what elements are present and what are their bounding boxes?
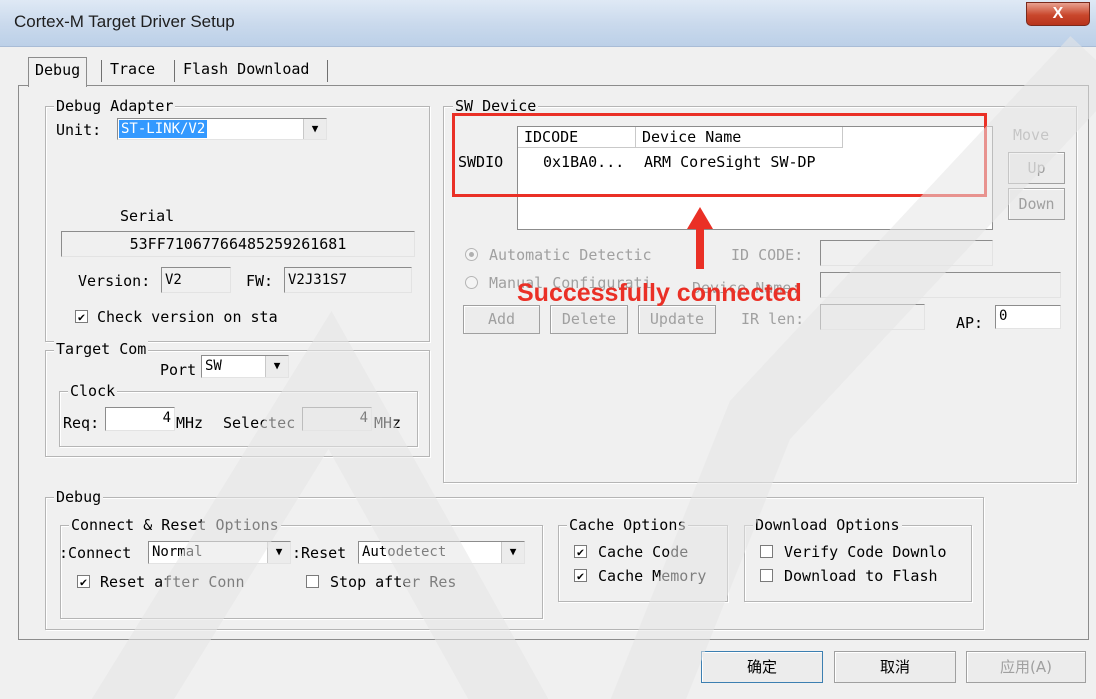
annotation-text: Successfully connected (517, 279, 802, 307)
version-field: V2 (161, 267, 231, 293)
connect-select[interactable]: Normal ▼ (148, 541, 291, 564)
reset-after-connect-label: Reset after Conn (100, 573, 245, 591)
req-label: Req: (63, 414, 100, 432)
window-title: Cortex-M Target Driver Setup (14, 12, 235, 31)
stop-after-reset-checkbox[interactable] (306, 575, 319, 588)
cache-options-legend: Cache Options (567, 516, 689, 534)
check-version-checkbox[interactable]: ✔ (75, 310, 88, 323)
unit-label: Unit: (56, 121, 102, 139)
chevron-down-icon[interactable]: ▼ (501, 542, 524, 563)
up-button[interactable]: Up (1008, 152, 1065, 184)
reset-label: Reset: (292, 544, 347, 562)
delete-button[interactable]: Delete (550, 305, 628, 334)
connect-label: Connect: (59, 544, 132, 562)
serial-field: 53FF71067766485259261681 (61, 231, 415, 257)
debug-legend: Debug (54, 488, 104, 506)
port-label: Port (160, 361, 197, 379)
selected-unit: MHz (374, 414, 402, 432)
cancel-button[interactable]: 取消 (834, 651, 956, 683)
debug-adapter-legend: Debug Adapter (54, 97, 176, 115)
reset-select[interactable]: Autodetect ▼ (358, 541, 525, 564)
device-name-field (820, 272, 1061, 298)
connect-reset-group (60, 525, 543, 619)
reset-after-connect-checkbox[interactable]: ✔ (77, 575, 90, 588)
fw-field: V2J31S7 (284, 267, 412, 293)
annotation-arrow-icon (687, 207, 713, 269)
radio-selected-dot (469, 252, 474, 257)
automatic-detection-radio[interactable] (465, 248, 478, 261)
download-to-flash-checkbox[interactable] (760, 569, 773, 582)
tab-flash-download[interactable]: Flash Download (177, 57, 315, 82)
automatic-detection-label: Automatic Detectic (489, 246, 652, 264)
add-button[interactable]: Add (463, 305, 540, 334)
move-label: Move (1013, 126, 1050, 144)
tab-divider (174, 60, 175, 82)
apply-button[interactable]: 应用(A) (966, 651, 1086, 683)
selected-label: Selectec (223, 414, 296, 432)
port-select-value: SW (205, 358, 222, 374)
unit-select[interactable]: ST-LINK/V2 ▼ (117, 118, 327, 140)
verify-code-label: Verify Code Downlo (784, 543, 947, 561)
tab-trace[interactable]: Trace (104, 57, 161, 82)
ir-len-label: IR len: (741, 310, 805, 328)
arrow-shape (687, 207, 713, 269)
download-options-legend: Download Options (753, 516, 902, 534)
cache-code-checkbox[interactable]: ✔ (574, 545, 587, 558)
annotation-highlight-box (452, 113, 987, 197)
update-button[interactable]: Update (638, 305, 716, 334)
reset-select-value: Autodetect (362, 544, 447, 560)
chevron-down-icon[interactable]: ▼ (303, 119, 326, 139)
req-unit: MHz (176, 414, 204, 432)
cache-memory-checkbox[interactable]: ✔ (574, 569, 587, 582)
ir-len-field (820, 304, 925, 330)
clock-legend: Clock (68, 382, 118, 400)
connect-select-value: Normal (152, 544, 203, 560)
connect-reset-legend: Connect & Reset Options (69, 516, 281, 534)
download-to-flash-label: Download to Flash (784, 567, 938, 585)
unit-select-value: ST-LINK/V2 (119, 120, 208, 138)
cache-code-label: Cache Code (598, 543, 689, 561)
ap-label: AP: (956, 314, 984, 332)
down-button[interactable]: Down (1008, 188, 1065, 220)
version-label: Version: (78, 272, 151, 290)
download-options-group (744, 525, 972, 602)
fw-label: FW: (246, 272, 274, 290)
chevron-down-icon[interactable]: ▼ (265, 356, 288, 377)
tab-divider (327, 60, 328, 82)
serial-label: Serial (120, 207, 175, 225)
tab-debug[interactable]: Debug (28, 57, 88, 87)
check-version-label: Check version on sta (97, 308, 278, 326)
req-field[interactable]: 4 (105, 407, 175, 431)
id-code-label: ID CODE: (731, 246, 804, 264)
cache-options-group (558, 525, 728, 602)
manual-configuration-radio[interactable] (465, 276, 478, 289)
tab-divider (101, 60, 102, 82)
close-button[interactable]: X (1026, 2, 1090, 26)
ok-button[interactable]: 确定 (701, 651, 823, 683)
port-select[interactable]: SW ▼ (201, 355, 289, 378)
ap-field[interactable]: 0 (995, 305, 1061, 329)
id-code-field (820, 240, 993, 266)
dialog-window: Cortex-M Target Driver Setup X Debug Tra… (0, 0, 1096, 699)
title-bar: Cortex-M Target Driver Setup X (0, 0, 1096, 47)
cache-memory-label: Cache Memory (598, 567, 707, 585)
debug-adapter-group (45, 106, 430, 342)
selected-field: 4 (302, 407, 372, 431)
stop-after-reset-label: Stop after Res (330, 573, 457, 591)
verify-code-checkbox[interactable] (760, 545, 773, 558)
target-com-legend: Target Com (54, 340, 149, 358)
chevron-down-icon[interactable]: ▼ (267, 542, 290, 563)
